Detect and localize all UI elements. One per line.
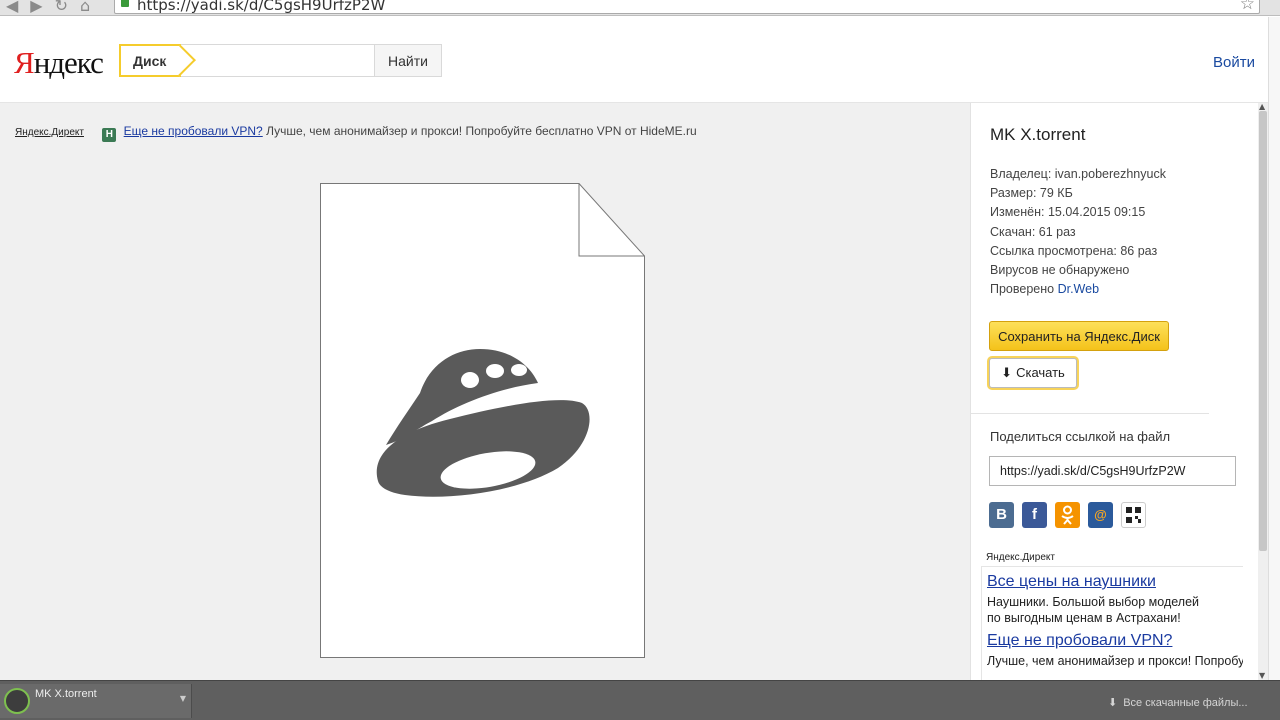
yandex-logo[interactable]: Яндекс bbox=[14, 45, 104, 81]
login-link[interactable]: Войти bbox=[1213, 54, 1255, 71]
downloaded-file-item[interactable]: MK X.torrent ▼ bbox=[0, 684, 192, 718]
sidebar-ads: Все цены на наушники Наушники. Большой в… bbox=[981, 566, 1243, 680]
download-arrow-icon: ⬇ bbox=[1108, 696, 1118, 709]
top-ad-banner: Яндекс.Директ H Еще не пробовали VPN? Лу… bbox=[15, 124, 697, 142]
save-to-disk-button[interactable]: Сохранить на Яндекс.Диск bbox=[989, 321, 1169, 351]
share-label: Поделиться ссылкой на файл bbox=[990, 429, 1171, 444]
top-ad-text: Лучше, чем анонимайзер и прокси! Попробу… bbox=[266, 124, 697, 138]
browser-toolbar: ◀▶↻⌂ https://yadi.sk/d/C5gsH9UrfzP2W ☆ bbox=[0, 0, 1280, 16]
direct-label[interactable]: Яндекс.Директ bbox=[15, 127, 84, 138]
file-info-sidebar: MK X.torrent Владелец: ivan.poberezhnyuc… bbox=[970, 103, 1258, 680]
file-modified: Изменён: 15.04.2015 09:15 bbox=[990, 205, 1146, 220]
sidebar-ad-title[interactable]: Еще не пробовали VPN? bbox=[987, 632, 1243, 650]
sidebar-ad-title[interactable]: Все цены на наушники bbox=[987, 573, 1243, 591]
share-link-field[interactable] bbox=[989, 456, 1236, 486]
nav-buttons-icon[interactable]: ◀▶↻⌂ bbox=[6, 0, 102, 15]
virus-check-line: Проверено Dr.Web bbox=[990, 282, 1100, 297]
hideme-badge-icon: H bbox=[102, 128, 117, 142]
file-owner: Владелец: ivan.poberezhnyuck bbox=[990, 167, 1166, 181]
odnoklassniki-share-icon[interactable] bbox=[1055, 502, 1080, 528]
sidebar-direct-label[interactable]: Яндекс.Директ bbox=[986, 552, 1055, 563]
downloaded-file-name: MK X.torrent bbox=[35, 688, 97, 700]
torrent-file-icon bbox=[4, 688, 30, 714]
sidebar-divider bbox=[971, 413, 1209, 414]
download-arrow-icon: ⬇ bbox=[1001, 366, 1013, 381]
file-metadata: Владелец: ivan.poberezhnyuck Размер: 79 … bbox=[990, 165, 1166, 299]
scrollbar-thumb[interactable] bbox=[1259, 111, 1267, 551]
show-all-downloads[interactable]: ⬇ Все скачанные файлы... bbox=[1108, 696, 1248, 709]
top-ad-link[interactable]: Еще не пробовали VPN? bbox=[124, 124, 263, 138]
download-button[interactable]: ⬇ Скачать bbox=[989, 358, 1077, 388]
file-size: Размер: 79 КБ bbox=[990, 186, 1073, 201]
sidebar-scrollbar[interactable]: ▲ ▼ bbox=[1258, 102, 1268, 680]
download-shelf: MK X.torrent ▼ ⬇ Все скачанные файлы... bbox=[0, 680, 1280, 720]
file-title: MK X.torrent bbox=[990, 125, 1086, 144]
lock-icon bbox=[121, 0, 129, 7]
file-preview-document bbox=[320, 183, 645, 658]
file-view-count: Ссылка просмотрена: 86 раз bbox=[990, 243, 1158, 258]
qr-code-icon[interactable] bbox=[1121, 502, 1146, 528]
bookmark-star-icon[interactable]: ☆ bbox=[1240, 0, 1255, 14]
page-header: Яндекс Диск Найти Войти bbox=[0, 17, 1268, 103]
search-service-label: Диск bbox=[133, 53, 167, 69]
page-scrollbar[interactable] bbox=[1268, 17, 1280, 680]
mailru-share-icon[interactable]: @ bbox=[1088, 502, 1113, 528]
sidebar-ad-text: Наушники. Большой выбор моделей по выгод… bbox=[987, 595, 1200, 625]
file-download-count: Скачан: 61 раз bbox=[990, 224, 1076, 239]
address-bar[interactable]: https://yadi.sk/d/C5gsH9UrfzP2W ☆ bbox=[114, 0, 1260, 14]
drweb-link[interactable]: Dr.Web bbox=[1058, 282, 1099, 296]
search-input[interactable] bbox=[184, 45, 374, 76]
search-service-tab[interactable]: Диск bbox=[119, 44, 196, 77]
sidebar-ad-text: Лучше, чем анонимайзер и прокси! Попробу… bbox=[987, 654, 1243, 668]
url-text: https://yadi.sk/d/C5gsH9UrfzP2W bbox=[137, 0, 386, 14]
scroll-down-icon[interactable]: ▼ bbox=[1259, 671, 1265, 680]
facebook-share-icon[interactable]: f bbox=[1022, 502, 1047, 528]
chevron-down-icon[interactable]: ▼ bbox=[180, 694, 186, 703]
search-button[interactable]: Найти bbox=[374, 44, 442, 77]
virus-status: Вирусов не обнаружено bbox=[990, 263, 1130, 278]
search-box: Диск Найти bbox=[119, 44, 442, 77]
file-preview-area: Яндекс.Директ H Еще не пробовали VPN? Лу… bbox=[0, 103, 970, 680]
scroll-up-icon[interactable]: ▲ bbox=[1259, 102, 1265, 111]
vk-share-icon[interactable]: В bbox=[989, 502, 1014, 528]
